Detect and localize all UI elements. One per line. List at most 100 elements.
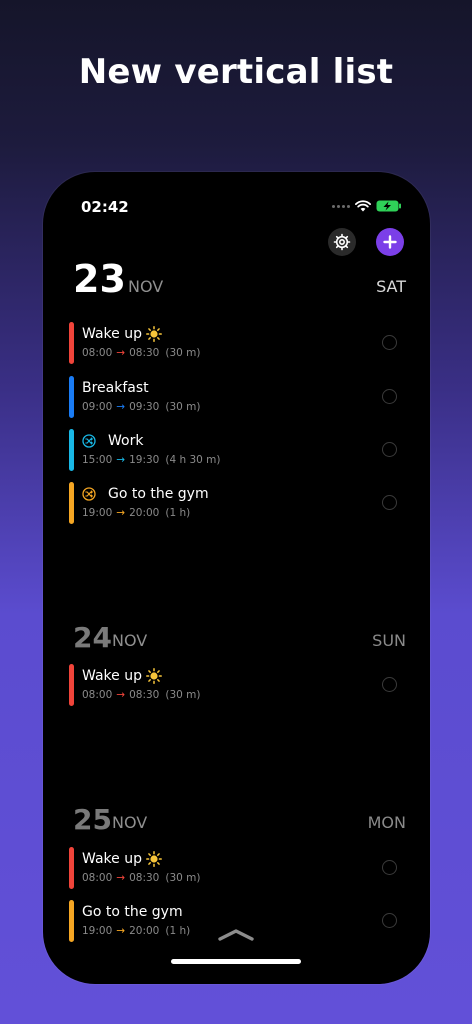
phone-screen: 02:42 23 NOV SAT Wake up 08:00 → 08:30 (… [43, 172, 430, 984]
event-time: 19:00 → 20:00 (1 h) [82, 925, 190, 937]
event-duration: (30 m) [165, 872, 201, 884]
event-title: Go to the gym [82, 486, 209, 502]
complete-checkbox[interactable] [382, 913, 397, 928]
event-color-bar [69, 664, 74, 706]
chevron-up-icon[interactable] [217, 927, 255, 946]
event-row[interactable]: Wake up 08:00 → 08:30 (30 m) [69, 664, 397, 706]
event-color-bar [69, 900, 74, 942]
event-time: 08:00 → 08:30 (30 m) [82, 689, 200, 701]
event-time: 08:00 → 08:30 (30 m) [82, 347, 200, 359]
day-header: 25 NOV MON [73, 790, 406, 834]
event-title: Breakfast [82, 380, 149, 396]
event-title-text: Go to the gym [82, 904, 183, 920]
event-start: 08:00 [82, 689, 113, 701]
event-end: 20:00 [129, 507, 160, 519]
event-end: 09:30 [129, 401, 160, 413]
event-title: Wake up [82, 326, 162, 342]
top-actions [328, 228, 404, 256]
event-color-bar [69, 429, 74, 471]
day-number: 24 [73, 621, 112, 654]
complete-checkbox[interactable] [382, 335, 397, 350]
shuffle-icon [82, 487, 96, 501]
arrow-right-icon: → [116, 872, 126, 884]
day-weekday: SAT [376, 277, 406, 296]
complete-checkbox[interactable] [382, 389, 397, 404]
event-row[interactable]: Work 15:00 → 19:30 (4 h 30 m) [69, 429, 397, 471]
event-row[interactable]: Go to the gym 19:00 → 20:00 (1 h) [69, 482, 397, 524]
event-row[interactable]: Wake up 08:00 → 08:30 (30 m) [69, 322, 397, 364]
event-title-text: Wake up [82, 851, 142, 867]
sun-icon [146, 851, 162, 867]
arrow-right-icon: → [116, 401, 126, 413]
event-end: 08:30 [129, 347, 160, 359]
event-title-text: Wake up [82, 668, 142, 684]
event-title: Go to the gym [82, 904, 183, 920]
arrow-right-icon: → [116, 347, 126, 359]
complete-checkbox[interactable] [382, 442, 397, 457]
settings-button[interactable] [328, 228, 356, 256]
event-duration: (30 m) [165, 401, 201, 413]
event-duration: (30 m) [165, 347, 201, 359]
status-bar: 02:42 [43, 198, 430, 218]
event-title: Work [82, 433, 143, 449]
wifi-icon [355, 200, 371, 212]
event-start: 09:00 [82, 401, 113, 413]
event-time: 08:00 → 08:30 (30 m) [82, 872, 200, 884]
event-duration: (4 h 30 m) [165, 454, 221, 466]
arrow-right-icon: → [116, 454, 126, 466]
home-indicator[interactable] [171, 959, 301, 964]
add-button[interactable] [376, 228, 404, 256]
event-end: 08:30 [129, 872, 160, 884]
status-time: 02:42 [81, 198, 129, 216]
event-end: 20:00 [129, 925, 160, 937]
arrow-right-icon: → [116, 689, 126, 701]
battery-charging-icon [376, 200, 401, 212]
event-start: 08:00 [82, 872, 113, 884]
event-title: Wake up [82, 668, 162, 684]
headline: New vertical list [78, 52, 394, 92]
day-month: NOV [128, 277, 164, 296]
event-color-bar [69, 482, 74, 524]
cellular-signal-icon [332, 204, 350, 208]
complete-checkbox[interactable] [382, 495, 397, 510]
event-start: 19:00 [82, 507, 113, 519]
event-duration: (1 h) [165, 925, 191, 937]
day-month: NOV [112, 631, 148, 650]
event-duration: (30 m) [165, 689, 201, 701]
event-time: 09:00 → 09:30 (30 m) [82, 401, 200, 413]
complete-checkbox[interactable] [382, 860, 397, 875]
event-start: 15:00 [82, 454, 113, 466]
event-color-bar [69, 322, 74, 364]
event-duration: (1 h) [165, 507, 191, 519]
event-row[interactable]: Breakfast 09:00 → 09:30 (30 m) [69, 376, 397, 418]
event-end: 19:30 [129, 454, 160, 466]
day-weekday: MON [367, 813, 406, 832]
event-color-bar [69, 376, 74, 418]
event-title-text: Breakfast [82, 380, 149, 396]
event-title-text: Work [108, 433, 144, 449]
day-weekday: SUN [372, 631, 406, 650]
day-number: 25 [73, 803, 112, 836]
complete-checkbox[interactable] [382, 677, 397, 692]
arrow-right-icon: → [116, 507, 126, 519]
event-row[interactable]: Wake up 08:00 → 08:30 (30 m) [69, 847, 397, 889]
event-title-text: Wake up [82, 326, 142, 342]
day-number: 23 [73, 257, 126, 301]
event-time: 19:00 → 20:00 (1 h) [82, 507, 190, 519]
status-icons [332, 200, 402, 212]
event-start: 19:00 [82, 925, 113, 937]
event-title-text: Go to the gym [108, 486, 209, 502]
day-month: NOV [112, 813, 148, 832]
day-header: 23 NOV SAT [73, 254, 406, 298]
event-color-bar [69, 847, 74, 889]
event-time: 15:00 → 19:30 (4 h 30 m) [82, 454, 220, 466]
shuffle-icon [82, 434, 96, 448]
event-title: Wake up [82, 851, 162, 867]
event-end: 08:30 [129, 689, 160, 701]
event-start: 08:00 [82, 347, 113, 359]
arrow-right-icon: → [116, 925, 126, 937]
sun-icon [146, 326, 162, 342]
day-header: 24 NOV SUN [73, 608, 406, 652]
gear-icon [333, 233, 351, 251]
plus-icon [383, 235, 397, 249]
